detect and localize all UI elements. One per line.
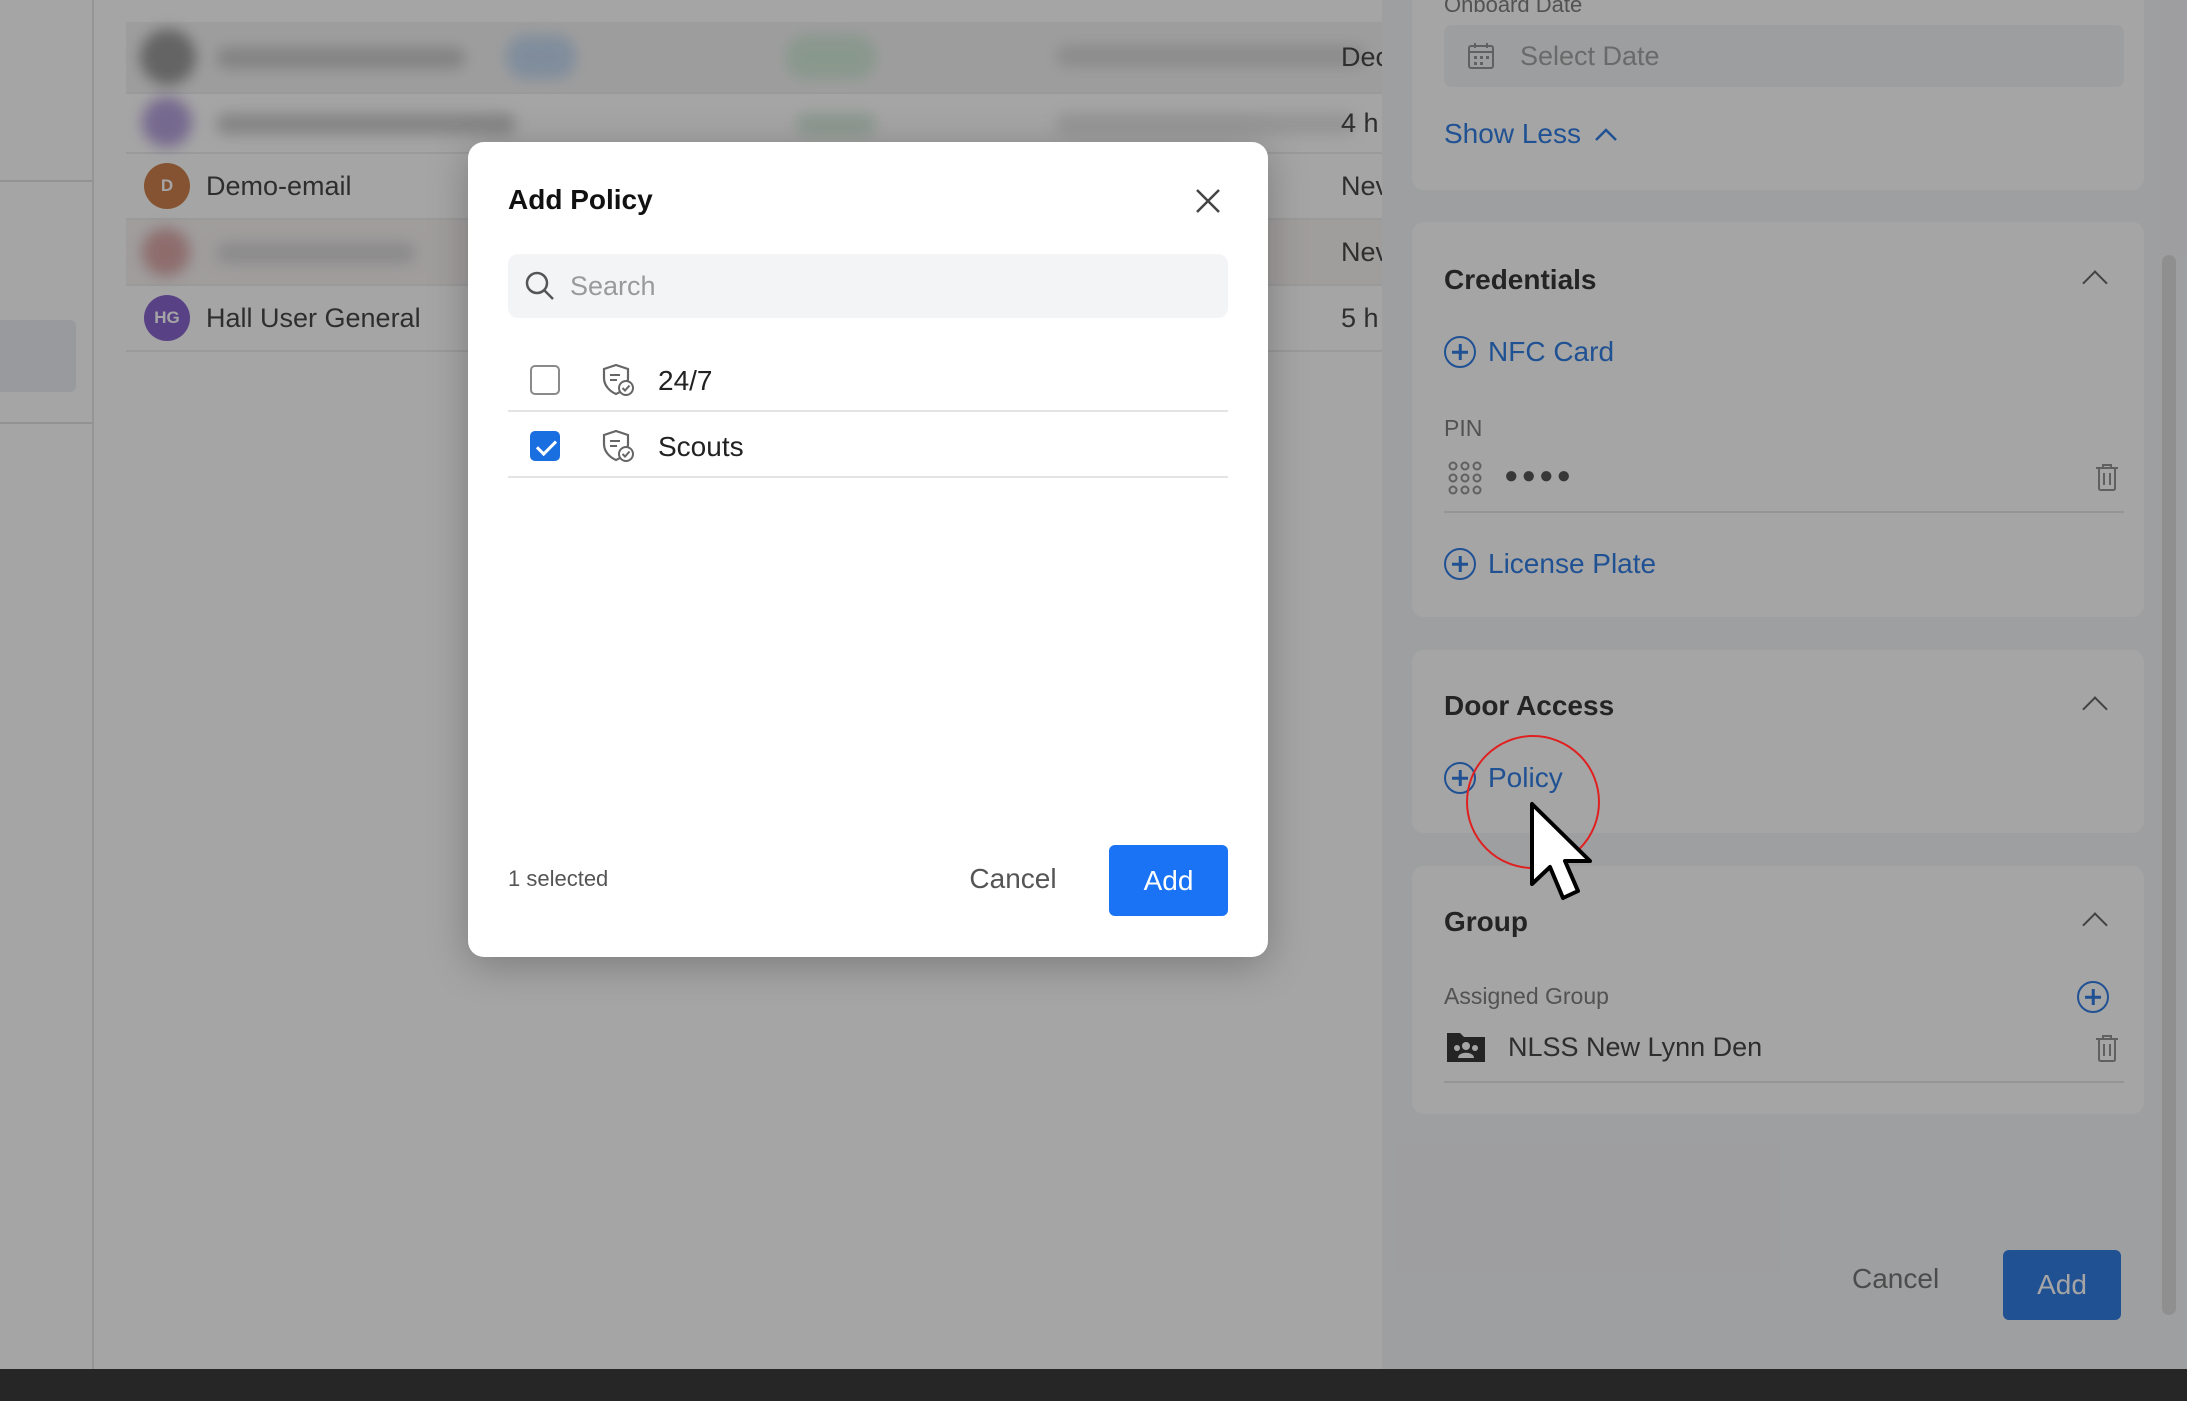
- add-button[interactable]: Add: [1109, 845, 1228, 916]
- policy-list-item[interactable]: Scouts: [508, 414, 1228, 478]
- shield-check-icon: [602, 429, 634, 462]
- mouse-cursor-icon: [1530, 802, 1592, 900]
- search-input[interactable]: [570, 254, 1210, 318]
- shield-check-icon: [602, 363, 634, 396]
- policy-name: Scouts: [658, 431, 744, 462]
- policy-checkbox[interactable]: [530, 365, 560, 395]
- cancel-button[interactable]: Cancel: [958, 849, 1068, 909]
- policy-name: 24/7: [658, 365, 713, 396]
- dialog-title: Add Policy: [508, 184, 653, 215]
- search-icon: [525, 271, 554, 300]
- policy-checkbox-checked[interactable]: [530, 431, 560, 461]
- policy-list-item[interactable]: 24/7: [508, 348, 1228, 412]
- taskbar: [0, 1369, 2187, 1401]
- selected-count: 1 selected: [508, 866, 609, 891]
- add-policy-dialog: Add Policy 24/7 Scouts: [468, 142, 1268, 957]
- close-icon[interactable]: [1191, 184, 1225, 218]
- search-field: [508, 254, 1228, 318]
